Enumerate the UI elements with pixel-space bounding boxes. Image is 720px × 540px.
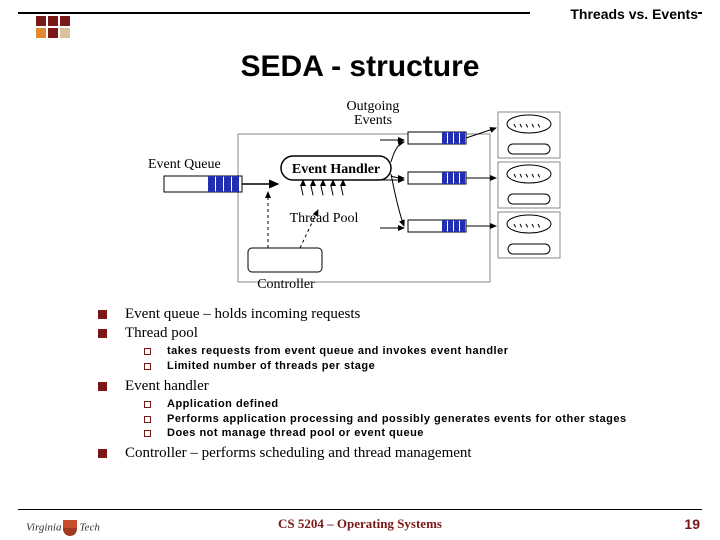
- bullet-icon: [144, 401, 151, 408]
- square-icon: [48, 28, 58, 38]
- bullet-icon: [144, 416, 151, 423]
- logo-left: Virginia: [26, 522, 61, 534]
- thread-pool-icon: [301, 180, 343, 195]
- square-icon: [60, 28, 70, 38]
- target-stage-2: [408, 162, 560, 208]
- square-icon: [48, 16, 58, 26]
- square-icon: [36, 16, 46, 26]
- event-handler-box: Event Handler: [281, 156, 391, 180]
- controller-box: [248, 248, 322, 272]
- bullet-icon: [144, 363, 151, 370]
- topic-label: Threads vs. Events: [530, 6, 698, 22]
- bullet-text: Event handler: [125, 378, 209, 395]
- thread-pool-label: Thread Pool: [290, 211, 359, 226]
- bullet-l2: takes requests from event queue and invo…: [144, 344, 658, 359]
- shield-icon: [63, 520, 77, 536]
- event-queue-label: Event Queue: [148, 157, 221, 172]
- header-squares: [36, 16, 70, 38]
- slide-title: SEDA - structure: [0, 50, 720, 84]
- bullet-l1: Event handler: [98, 378, 658, 395]
- bullet-text: Limited number of threads per stage: [167, 359, 375, 374]
- bullet-text: Event queue – holds incoming requests: [125, 306, 360, 323]
- outgoing-label-1: Outgoing: [347, 100, 400, 114]
- square-icon: [60, 16, 70, 26]
- bullet-l2: Application defined: [144, 397, 658, 412]
- bullet-icon: [98, 329, 107, 338]
- bullet-text: Performs application processing and poss…: [167, 412, 627, 427]
- vt-logo: Virginia Tech: [26, 520, 100, 536]
- bullet-icon: [98, 382, 107, 391]
- bullet-text: takes requests from event queue and invo…: [167, 344, 509, 359]
- bullet-icon: [98, 449, 107, 458]
- bullet-l2: Performs application processing and poss…: [144, 412, 658, 427]
- controller-label: Controller: [257, 277, 315, 290]
- slide: Threads vs. Events SEDA - structure Even…: [0, 0, 720, 540]
- bullet-icon: [98, 310, 107, 319]
- bullet-icon: [144, 430, 151, 437]
- square-icon: [36, 28, 46, 38]
- bullet-l1: Thread pool: [98, 325, 658, 342]
- event-queue-icon: [164, 176, 242, 192]
- page-number: 19: [684, 516, 700, 532]
- bullet-l2: Does not manage thread pool or event que…: [144, 426, 658, 441]
- bullet-text: Does not manage thread pool or event que…: [167, 426, 424, 441]
- bullet-text: Thread pool: [125, 325, 198, 342]
- target-stage-3: [408, 212, 560, 258]
- outgoing-label-2: Events: [354, 113, 392, 128]
- footer-line: [18, 509, 702, 511]
- bullet-icon: [144, 348, 151, 355]
- logo-right: Tech: [79, 522, 99, 534]
- footer-course: CS 5204 – Operating Systems: [0, 516, 720, 532]
- bullet-l2: Limited number of threads per stage: [144, 359, 658, 374]
- event-handler-label: Event Handler: [292, 162, 380, 177]
- bullet-text: Controller – performs scheduling and thr…: [125, 445, 472, 462]
- content-list: Event queue – holds incoming requests Thr…: [98, 306, 658, 464]
- target-stage-1: [408, 112, 560, 158]
- header-bar: Threads vs. Events: [0, 12, 720, 14]
- seda-diagram: Event Queue Event Handler Outgoing Event…: [148, 100, 578, 290]
- bullet-l1: Controller – performs scheduling and thr…: [98, 445, 658, 462]
- bullet-l1: Event queue – holds incoming requests: [98, 306, 658, 323]
- bullet-text: Application defined: [167, 397, 279, 412]
